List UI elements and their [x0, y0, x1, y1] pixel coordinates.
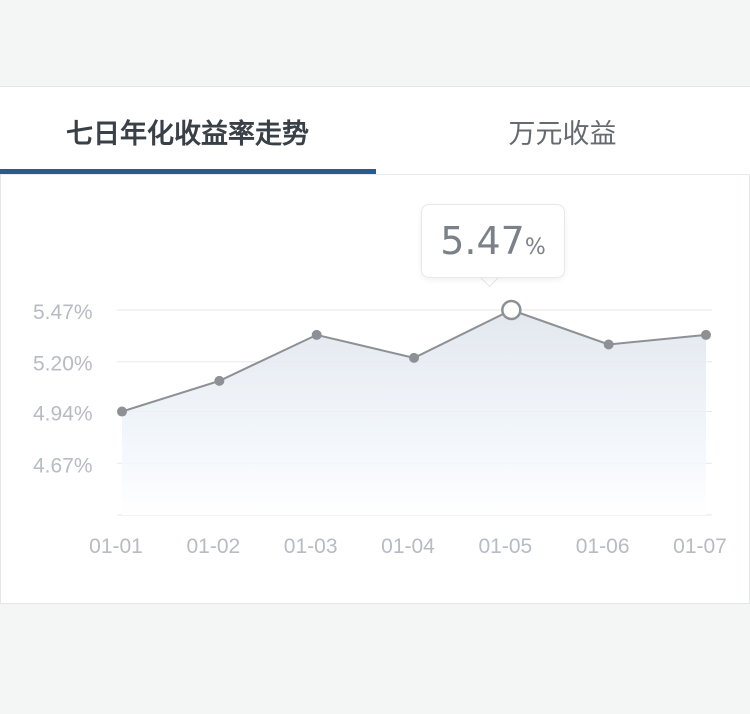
yield-trend-chart[interactable]: 5.47% 5.20% 4.94% 4.67% 01-01 01-02 01-03 01-0…	[1, 175, 749, 603]
tooltip-value: 5.47	[440, 219, 525, 263]
data-point	[701, 329, 711, 340]
y-tick-label: 4.94%	[33, 403, 93, 426]
data-point	[409, 352, 419, 363]
x-tick-label: 01-04	[381, 535, 435, 558]
x-tick-label: 01-03	[284, 535, 338, 558]
x-tick-label: 01-02	[186, 535, 240, 558]
y-tick-label: 5.47%	[33, 301, 93, 324]
y-tick-label: 5.20%	[33, 353, 93, 376]
x-tick-label: 01-06	[576, 535, 630, 558]
y-tick-label: 4.67%	[33, 454, 93, 477]
data-point	[603, 339, 614, 350]
tab-bar: 七日年化收益率走势 万元收益	[0, 86, 750, 175]
tab-ten-thousand-income[interactable]: 万元收益	[375, 87, 750, 175]
series-area	[122, 310, 706, 515]
bottom-spacer	[0, 604, 750, 714]
tab-seven-day-yield-label: 七日年化收益率走势	[66, 118, 309, 150]
x-tick-label: 01-07	[673, 535, 727, 558]
chart-card: 5.47% 5.20% 4.94% 4.67% 01-01 01-02 01-03 01-0…	[0, 174, 750, 604]
x-tick-label: 01-05	[478, 535, 532, 558]
data-point	[117, 406, 127, 417]
x-tick-label: 01-01	[89, 535, 143, 558]
top-spacer	[0, 0, 750, 86]
tab-seven-day-yield[interactable]: 七日年化收益率走势	[0, 87, 376, 175]
data-point	[214, 375, 225, 386]
tooltip-unit: %	[524, 234, 546, 260]
tab-ten-thousand-income-label: 万元收益	[508, 118, 617, 150]
data-point	[311, 329, 322, 340]
value-tooltip: 5.47 %	[421, 204, 565, 278]
highlight-point	[501, 299, 522, 321]
